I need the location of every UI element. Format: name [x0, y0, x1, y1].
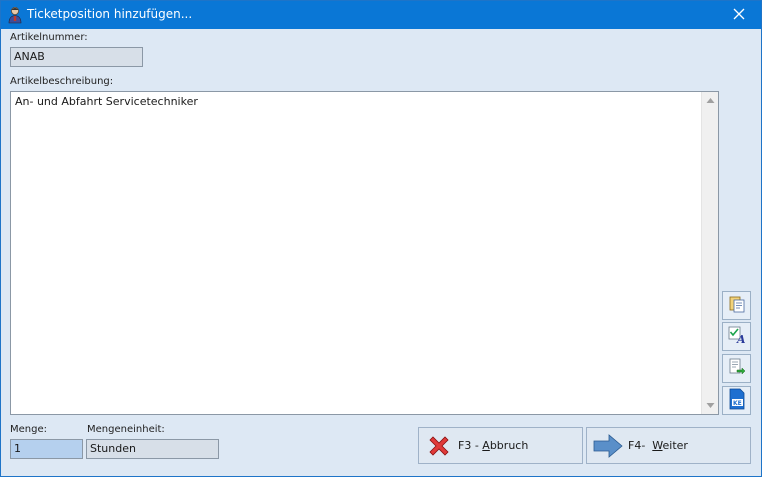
artikelbeschreibung-label: Artikelbeschreibung:	[10, 76, 114, 87]
svg-text:A: A	[736, 333, 746, 344]
text-block-icon: KE	[727, 388, 747, 413]
mengeneinheit-field[interactable]: Stunden	[86, 439, 219, 459]
spellcheck-button[interactable]: A	[722, 322, 751, 351]
copy-button[interactable]	[722, 291, 751, 320]
abbruch-label: F3 - Abbruch	[458, 439, 529, 452]
insert-text-button[interactable]	[722, 354, 751, 383]
arrow-right-icon	[592, 433, 624, 459]
weiter-label: F4- Weiter	[628, 439, 688, 452]
scroll-up-icon	[702, 98, 719, 112]
scroll-up-button[interactable]	[702, 92, 719, 109]
close-icon	[733, 8, 745, 23]
weiter-button[interactable]: F4- Weiter	[586, 427, 751, 464]
scroll-down-icon	[702, 403, 719, 417]
text-block-button[interactable]: KE	[722, 386, 751, 415]
cancel-x-icon	[426, 433, 452, 459]
vertical-scrollbar[interactable]	[701, 92, 718, 414]
artikelnummer-label: Artikelnummer:	[10, 32, 88, 43]
user-icon	[7, 6, 23, 24]
artikelbeschreibung-text: An- und Abfahrt Servicetechniker	[15, 95, 198, 108]
window-title: Ticketposition hinzufügen...	[27, 7, 193, 21]
insert-text-icon	[728, 358, 746, 379]
copy-clipboard-icon	[728, 295, 746, 316]
close-button[interactable]	[717, 1, 761, 29]
artikelbeschreibung-textarea[interactable]: An- und Abfahrt Servicetechniker	[10, 91, 719, 415]
menge-input[interactable]: 1	[10, 439, 83, 459]
abbruch-button[interactable]: F3 - Abbruch	[418, 427, 583, 464]
scroll-down-button[interactable]	[702, 397, 719, 414]
title-bar[interactable]: Ticketposition hinzufügen...	[1, 1, 761, 29]
mengeneinheit-label: Mengeneinheit:	[87, 424, 165, 435]
svg-text:KE: KE	[733, 400, 742, 407]
spellcheck-icon: A	[728, 326, 746, 347]
menge-label: Menge:	[10, 424, 47, 435]
artikelnummer-field[interactable]: ANAB	[10, 47, 143, 67]
dialog-window: Ticketposition hinzufügen... Artikelnumm…	[0, 0, 762, 477]
